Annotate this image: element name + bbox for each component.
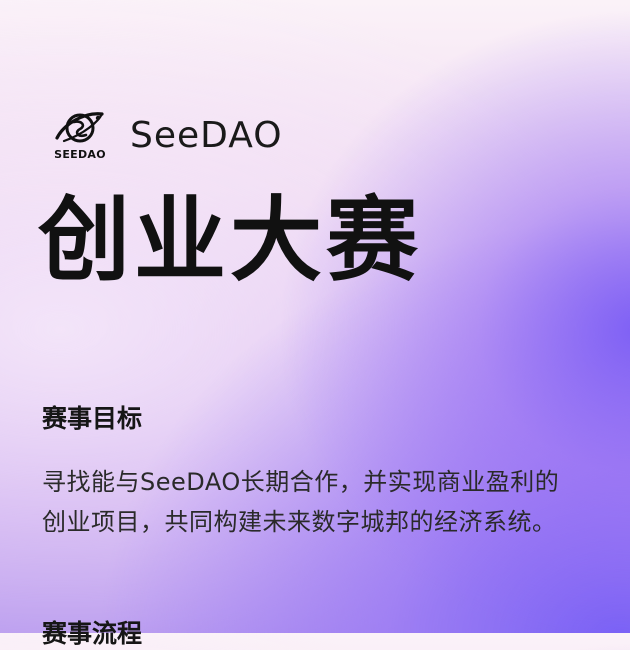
brand-name: SeeDAO xyxy=(130,114,283,156)
goal-body-line: 创业项目，共同构建未来数字城邦的经济系统。 xyxy=(42,508,557,536)
goal-body-line: 寻找能与SeeDAO长期合作，并实现商业盈利的 xyxy=(42,468,560,496)
goal-section-heading: 赛事目标 xyxy=(42,404,143,433)
logo-wordmark: SEEDAO xyxy=(54,148,106,161)
goal-section-body: 寻找能与SeeDAO长期合作，并实现商业盈利的 创业项目，共同构建未来数字城邦的… xyxy=(42,462,630,542)
planet-ring-logo-icon xyxy=(55,112,104,143)
page-title: 创业大赛 xyxy=(38,187,423,294)
seedao-logo: SEEDAO xyxy=(52,108,108,164)
brand-header: SEEDAO SeeDAO xyxy=(52,108,283,164)
process-section-heading: 赛事流程 xyxy=(42,619,143,648)
